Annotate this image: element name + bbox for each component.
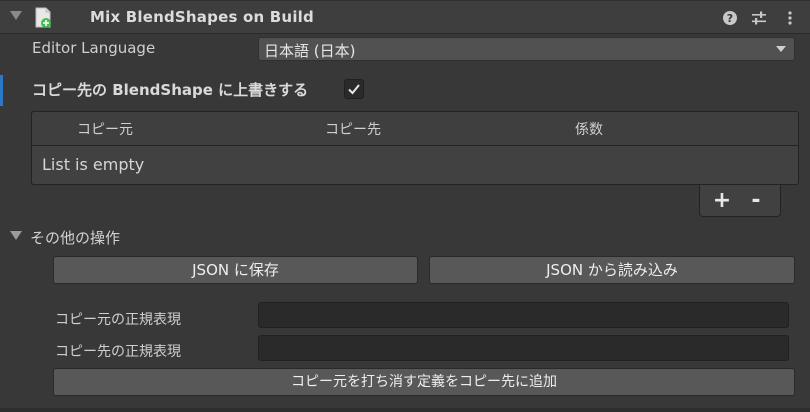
overwrite-checkbox[interactable] (344, 79, 364, 99)
list-header: コピー元 コピー先 係数 (31, 111, 799, 145)
editor-language-label: Editor Language (32, 39, 156, 57)
list-body: List is empty (31, 145, 799, 185)
svg-text:?: ? (727, 12, 733, 25)
dest-regex-label: コピー先の正規表現 (55, 344, 181, 360)
add-element-button[interactable]: + (710, 188, 734, 213)
inspector-panel: Mix BlendShapes on Build ? Editor Langua… (0, 0, 810, 412)
checkmark-icon (348, 84, 360, 95)
component-script-icon (35, 7, 51, 28)
list-empty-text: List is empty (42, 155, 145, 174)
overwrite-label: コピー先の BlendShape に上書きする (32, 81, 309, 99)
column-header-source: コピー元 (77, 122, 133, 138)
kebab-menu-icon[interactable] (782, 10, 798, 26)
preset-sliders-icon[interactable] (751, 10, 767, 26)
foldout-arrow-icon[interactable] (10, 11, 22, 20)
editor-language-value: 日本語 (日本) (264, 42, 356, 60)
column-header-destination: コピー先 (325, 122, 381, 138)
add-cancel-definition-button[interactable]: コピー元を打ち消す定義をコピー先に追加 (53, 368, 795, 396)
list-footer: + - (699, 185, 781, 217)
help-icon[interactable]: ? (722, 10, 738, 26)
save-json-button[interactable]: JSON に保存 (53, 256, 418, 284)
remove-element-button[interactable]: - (744, 188, 768, 213)
other-ops-foldout-icon[interactable] (10, 231, 22, 240)
chevron-down-icon (776, 46, 786, 52)
source-regex-input[interactable] (258, 302, 789, 328)
component-title: Mix BlendShapes on Build (90, 8, 314, 26)
load-json-button[interactable]: JSON から読み込み (429, 256, 795, 284)
editor-language-dropdown[interactable]: 日本語 (日本) (258, 37, 795, 61)
dest-regex-input[interactable] (258, 335, 789, 361)
column-header-coefficient: 係数 (575, 122, 603, 138)
component-header[interactable]: Mix BlendShapes on Build ? (0, 0, 810, 34)
source-regex-label: コピー元の正規表現 (55, 312, 181, 328)
modified-indicator (0, 75, 3, 106)
panel-bottom-border (0, 408, 810, 412)
other-ops-label[interactable]: その他の操作 (30, 227, 120, 248)
